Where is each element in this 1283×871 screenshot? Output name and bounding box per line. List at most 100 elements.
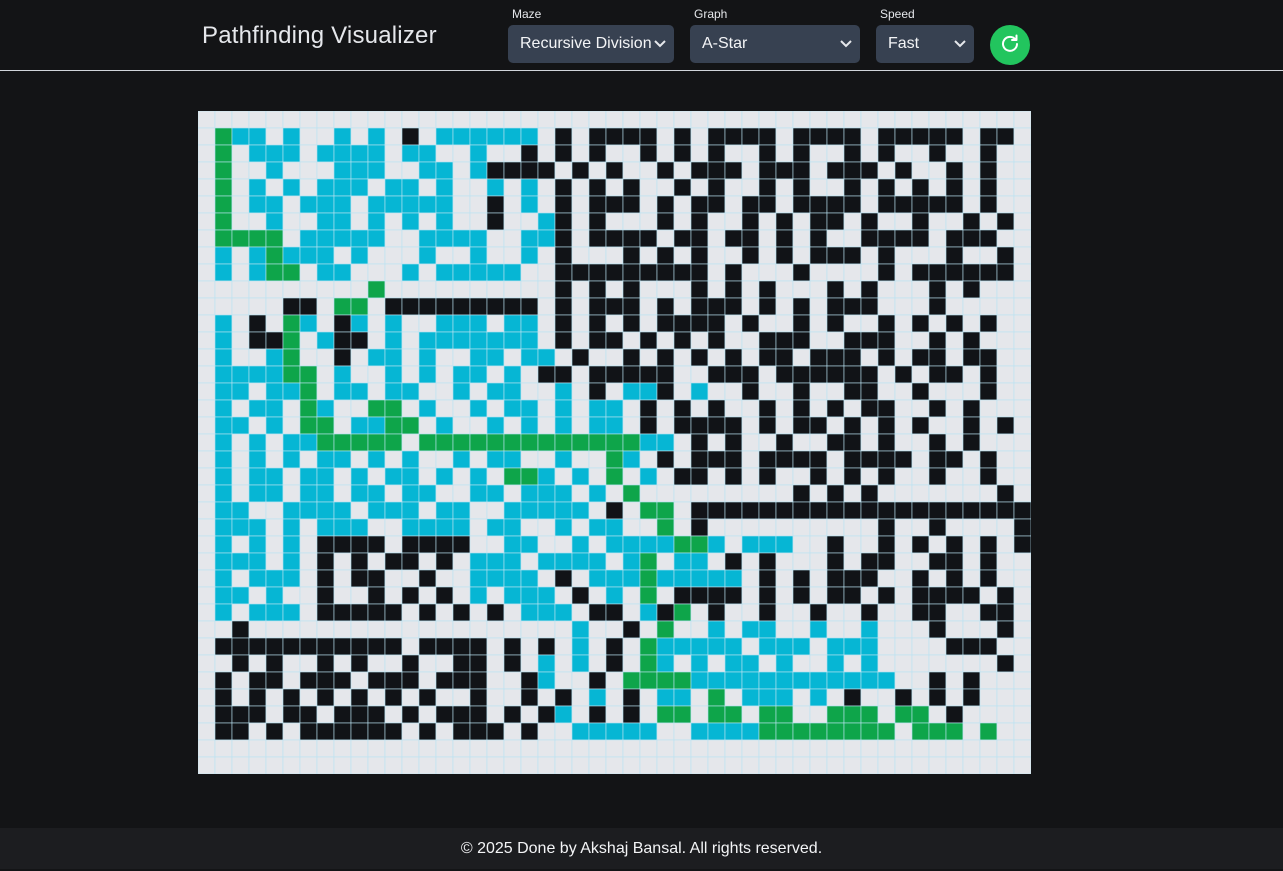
- empty-cell[interactable]: [537, 246, 556, 265]
- empty-cell[interactable]: [1013, 450, 1031, 469]
- empty-cell[interactable]: [605, 382, 624, 401]
- empty-cell[interactable]: [673, 484, 692, 503]
- wall-cell[interactable]: [401, 705, 420, 724]
- wall-cell[interactable]: [469, 705, 488, 724]
- empty-cell[interactable]: [656, 484, 675, 503]
- visited-cell[interactable]: [282, 569, 301, 588]
- wall-cell[interactable]: [316, 671, 335, 690]
- empty-cell[interactable]: [809, 654, 828, 673]
- empty-cell[interactable]: [741, 569, 760, 588]
- empty-cell[interactable]: [724, 314, 743, 333]
- empty-cell[interactable]: [758, 229, 777, 248]
- visited-cell[interactable]: [231, 552, 250, 571]
- empty-cell[interactable]: [1013, 416, 1031, 435]
- wall-cell[interactable]: [945, 195, 964, 214]
- wall-cell[interactable]: [826, 127, 845, 146]
- wall-cell[interactable]: [435, 586, 454, 605]
- empty-cell[interactable]: [928, 246, 947, 265]
- empty-cell[interactable]: [571, 688, 590, 707]
- empty-cell[interactable]: [741, 756, 760, 774]
- empty-cell[interactable]: [248, 348, 267, 367]
- visited-cell[interactable]: [418, 161, 437, 180]
- empty-cell[interactable]: [282, 111, 301, 129]
- visited-cell[interactable]: [656, 654, 675, 673]
- visited-cell[interactable]: [214, 314, 233, 333]
- empty-cell[interactable]: [265, 756, 284, 774]
- empty-cell[interactable]: [928, 654, 947, 673]
- wall-cell[interactable]: [537, 637, 556, 656]
- wall-cell[interactable]: [945, 552, 964, 571]
- wall-cell[interactable]: [911, 212, 930, 231]
- visited-cell[interactable]: [350, 416, 369, 435]
- wall-cell[interactable]: [945, 246, 964, 265]
- wall-cell[interactable]: [605, 229, 624, 248]
- empty-cell[interactable]: [198, 501, 216, 520]
- wall-cell[interactable]: [690, 263, 709, 282]
- wall-cell[interactable]: [877, 433, 896, 452]
- path-cell[interactable]: [350, 433, 369, 452]
- empty-cell[interactable]: [673, 348, 692, 367]
- empty-cell[interactable]: [231, 739, 250, 758]
- visited-cell[interactable]: [367, 450, 386, 469]
- empty-cell[interactable]: [418, 127, 437, 146]
- empty-cell[interactable]: [945, 331, 964, 350]
- path-cell[interactable]: [214, 212, 233, 231]
- wall-cell[interactable]: [775, 501, 794, 520]
- wall-cell[interactable]: [384, 671, 403, 690]
- visited-cell[interactable]: [282, 501, 301, 520]
- empty-cell[interactable]: [282, 671, 301, 690]
- empty-cell[interactable]: [911, 450, 930, 469]
- empty-cell[interactable]: [673, 620, 692, 639]
- empty-cell[interactable]: [809, 161, 828, 180]
- visited-cell[interactable]: [299, 467, 318, 486]
- wall-cell[interactable]: [741, 365, 760, 384]
- empty-cell[interactable]: [690, 365, 709, 384]
- empty-cell[interactable]: [792, 552, 811, 571]
- empty-cell[interactable]: [418, 552, 437, 571]
- empty-cell[interactable]: [928, 229, 947, 248]
- empty-cell[interactable]: [503, 144, 522, 163]
- wall-cell[interactable]: [690, 246, 709, 265]
- empty-cell[interactable]: [826, 144, 845, 163]
- visited-cell[interactable]: [248, 450, 267, 469]
- wall-cell[interactable]: [724, 297, 743, 316]
- empty-cell[interactable]: [724, 144, 743, 163]
- wall-cell[interactable]: [656, 212, 675, 231]
- wall-cell[interactable]: [605, 501, 624, 520]
- empty-cell[interactable]: [962, 756, 981, 774]
- wall-cell[interactable]: [622, 365, 641, 384]
- empty-cell[interactable]: [452, 739, 471, 758]
- empty-cell[interactable]: [503, 178, 522, 197]
- empty-cell[interactable]: [198, 637, 216, 656]
- wall-cell[interactable]: [452, 535, 471, 554]
- wall-cell[interactable]: [520, 297, 539, 316]
- visited-cell[interactable]: [265, 161, 284, 180]
- empty-cell[interactable]: [639, 348, 658, 367]
- empty-cell[interactable]: [962, 365, 981, 384]
- empty-cell[interactable]: [503, 229, 522, 248]
- wall-cell[interactable]: [656, 161, 675, 180]
- wall-cell[interactable]: [316, 637, 335, 656]
- wall-cell[interactable]: [452, 722, 471, 741]
- empty-cell[interactable]: [792, 246, 811, 265]
- empty-cell[interactable]: [282, 280, 301, 299]
- visited-cell[interactable]: [265, 586, 284, 605]
- wall-cell[interactable]: [792, 127, 811, 146]
- empty-cell[interactable]: [299, 518, 318, 537]
- empty-cell[interactable]: [350, 127, 369, 146]
- visited-cell[interactable]: [741, 654, 760, 673]
- visited-cell[interactable]: [758, 688, 777, 707]
- path-cell[interactable]: [877, 722, 896, 741]
- empty-cell[interactable]: [537, 280, 556, 299]
- wall-cell[interactable]: [333, 314, 352, 333]
- empty-cell[interactable]: [792, 433, 811, 452]
- empty-cell[interactable]: [588, 246, 607, 265]
- visited-cell[interactable]: [333, 518, 352, 537]
- empty-cell[interactable]: [996, 161, 1015, 180]
- wall-cell[interactable]: [639, 331, 658, 350]
- empty-cell[interactable]: [707, 552, 726, 571]
- empty-cell[interactable]: [860, 518, 879, 537]
- wall-cell[interactable]: [792, 382, 811, 401]
- empty-cell[interactable]: [809, 756, 828, 774]
- wall-cell[interactable]: [588, 178, 607, 197]
